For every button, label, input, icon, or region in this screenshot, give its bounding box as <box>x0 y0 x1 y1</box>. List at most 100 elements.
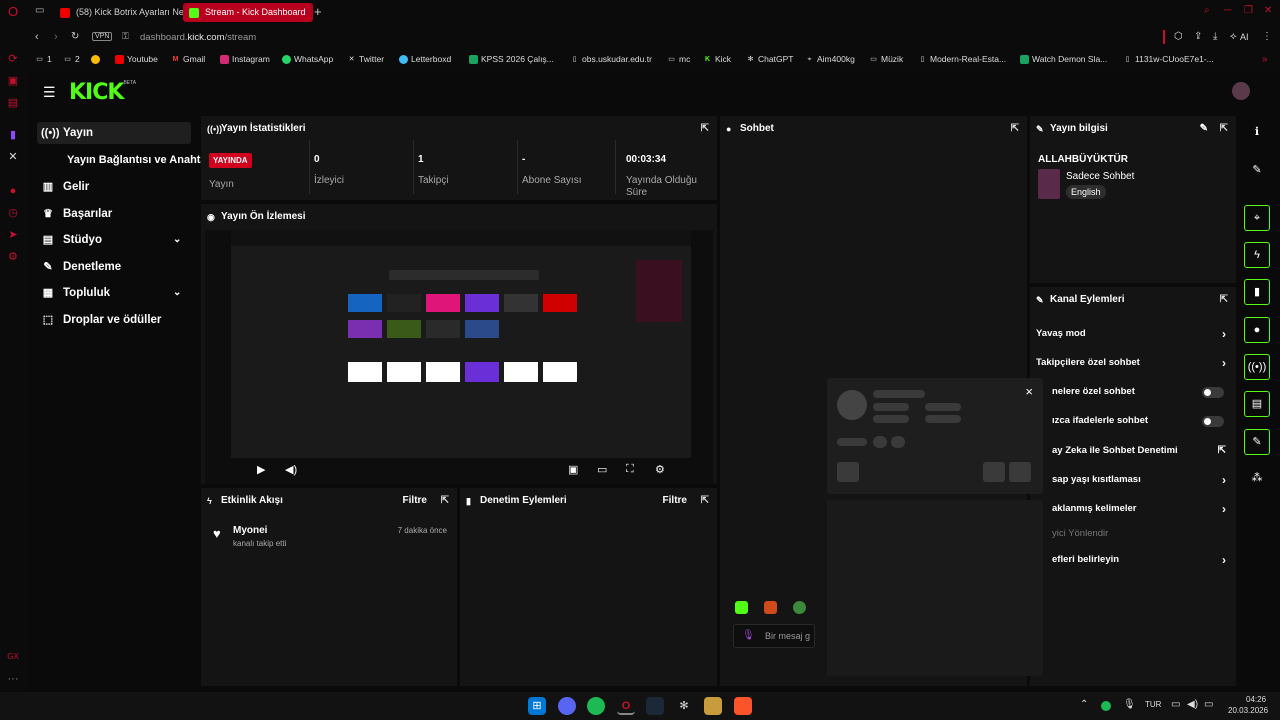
fullscreen-icon[interactable]: ⛶ <box>626 463 634 476</box>
tray-app-icon[interactable] <box>1101 701 1111 711</box>
nav-yayin[interactable]: ((•)) Yayın <box>37 122 191 144</box>
bookmark-youtube[interactable]: Youtube <box>115 54 158 64</box>
pip-icon[interactable]: ▣ <box>568 463 578 476</box>
bookmark-2[interactable]: ▭ 2 <box>63 54 80 64</box>
bot-icon[interactable] <box>793 601 806 614</box>
subscribers-only-toggle[interactable] <box>1202 387 1224 398</box>
tray-chevron-icon[interactable]: ⌃ <box>1080 699 1088 710</box>
bookmark-real-estate[interactable]: ▯ Modern-Real-Esta... <box>918 54 1007 64</box>
nav-basarilar[interactable]: ♛ Başarılar <box>37 203 191 225</box>
bookmark-canva[interactable]: ▯ 1131w-CUooE7e1-... <box>1123 54 1214 64</box>
opera-logo-icon[interactable]: O <box>6 5 20 19</box>
menu-icon[interactable]: ⋮ <box>1262 31 1272 42</box>
action-followers-only[interactable]: Takipçilere özel sohbet › <box>1030 352 1236 374</box>
pen-icon[interactable]: ✎ <box>1244 158 1270 184</box>
bookmark-twitter[interactable]: ✕ Twitter <box>347 54 384 64</box>
expand-icon[interactable]: ⇱ <box>1220 287 1228 313</box>
league-icon[interactable] <box>704 697 722 715</box>
new-tab-button[interactable]: + <box>314 4 322 19</box>
bookmark-chatgpt[interactable]: ✻ ChatGPT <box>746 54 794 64</box>
bookmark-instagram[interactable]: Instagram <box>220 54 270 64</box>
nav-gelir[interactable]: ▥ Gelir <box>37 176 191 198</box>
action-set-targets[interactable]: efleri belirleyin › <box>1030 549 1236 571</box>
bookmark-1[interactable]: ▭ 1 <box>35 54 52 64</box>
nav-droplar[interactable]: ⬚ Droplar ve ödüller <box>37 309 191 331</box>
action-emote-only[interactable]: ızca ifadelerle sohbet <box>1030 410 1236 432</box>
gift-icon[interactable] <box>764 601 777 614</box>
ai-icon[interactable]: ⟡ <box>1230 31 1237 42</box>
battery-icon[interactable]: ▭ <box>1204 699 1213 710</box>
twitch-icon[interactable]: ▮ <box>6 128 20 142</box>
chat-input[interactable]: 🎙 Bir mesaj g <box>733 624 815 648</box>
emote-only-toggle[interactable] <box>1202 416 1224 427</box>
expand-icon[interactable]: ⇱ <box>1220 116 1228 142</box>
broadcast-icon[interactable]: ((•)) <box>1244 354 1270 380</box>
avatar[interactable] <box>1232 82 1250 100</box>
action-banned-words[interactable]: aklanmış kelimeler › <box>1030 498 1236 520</box>
bookmark-whatsapp[interactable]: WhatsApp <box>282 54 333 64</box>
nav-denetleme[interactable]: ✎ Denetleme <box>37 256 191 278</box>
more-icon[interactable]: ··· <box>6 672 20 686</box>
bookmark-letterboxd[interactable]: Letterboxd <box>399 54 451 64</box>
workspaces-icon[interactable]: ▭ <box>35 5 44 16</box>
mic-icon[interactable]: 🎙 <box>1123 699 1136 710</box>
extensions-icon[interactable]: ⬡ <box>1174 31 1183 42</box>
search-icon[interactable]: ⌕ <box>1204 5 1210 16</box>
tab-kick-dashboard[interactable]: Stream - Kick Dashboard <box>183 3 313 22</box>
close-window-icon[interactable]: ✕ <box>1264 5 1272 16</box>
bookmark-gmail[interactable]: M Gmail <box>171 54 206 64</box>
brave-icon[interactable] <box>734 697 752 715</box>
player-icon[interactable]: ▤ <box>6 96 20 110</box>
theater-icon[interactable]: ▭ <box>597 463 607 476</box>
settings-icon[interactable]: ⚙ <box>655 463 665 476</box>
history-icon[interactable]: ⟳ <box>6 52 20 66</box>
bookmark-kpss[interactable]: KPSS 2026 Çalış... <box>469 54 554 64</box>
nav-topluluk[interactable]: ▦ Topluluk ⌄ <box>37 282 191 304</box>
edit-icon[interactable]: ✎ <box>1200 116 1208 142</box>
vpn-badge[interactable]: VPN <box>92 32 113 41</box>
spotify-icon[interactable] <box>587 697 605 715</box>
people-icon[interactable]: ⁂ <box>1244 466 1270 492</box>
action-account-age[interactable]: sap yaşı kısıtlaması › <box>1030 469 1236 491</box>
activity-user[interactable]: Myonei <box>233 525 267 536</box>
filter-button[interactable]: Filtre <box>663 488 687 514</box>
shield-icon[interactable]: ▮ <box>1244 279 1270 305</box>
bookmark-demon-slayer[interactable]: Watch Demon Sla... <box>1020 54 1107 64</box>
clock-date[interactable]: 20.03.2026 <box>1228 706 1268 715</box>
network-icon[interactable]: ▭ <box>1171 699 1180 710</box>
back-icon[interactable]: ‹ <box>35 31 39 43</box>
gx-icon[interactable]: GX <box>6 650 20 664</box>
send-icon[interactable]: ➤ <box>6 228 20 242</box>
bookmark-kick[interactable]: K Kick <box>703 54 731 64</box>
forward-icon[interactable]: › <box>54 31 58 43</box>
download-icon[interactable]: ⤓ <box>1213 31 1217 42</box>
action-subscribers-only[interactable]: nelere özel sohbet <box>1030 381 1236 403</box>
volume-icon[interactable]: ◀) <box>1187 699 1198 710</box>
nav-studyo[interactable]: ▤ Stüdyo ⌄ <box>37 229 191 251</box>
expand-icon[interactable]: ⇱ <box>701 488 709 514</box>
clock-icon[interactable]: ◷ <box>6 206 20 220</box>
close-icon[interactable]: × <box>1025 384 1033 399</box>
circle-icon[interactable]: ● <box>6 184 20 198</box>
maximize-icon[interactable]: ❐ <box>1244 5 1253 16</box>
category-name[interactable]: Sadece Sohbet <box>1066 171 1134 182</box>
bookmark-muzik[interactable]: ▭ Müzik <box>869 54 903 64</box>
aria-icon[interactable]: ▣ <box>6 74 20 88</box>
tab-youtube[interactable]: (58) Kick Botrix Ayarları Ne <box>54 3 204 22</box>
video-player[interactable]: ▶ ◀) ▣ ▭ ⛶ ⚙ <box>205 230 713 484</box>
emote-icon[interactable] <box>735 601 748 614</box>
capture-icon[interactable]: ⌖ <box>1244 205 1270 231</box>
windows-start-icon[interactable]: ⊞ <box>528 697 546 715</box>
play-icon[interactable]: ▶ <box>257 463 265 476</box>
chatgpt-icon[interactable]: ✻ <box>675 697 693 715</box>
bookmark-obs[interactable]: ▯ obs.uskudar.edu.tr <box>570 54 652 64</box>
bookmarks-menu-icon[interactable]: » <box>1262 54 1268 65</box>
action-slow-mode[interactable]: Yavaş mod › <box>1030 323 1236 345</box>
expand-icon[interactable]: ⇱ <box>441 488 449 514</box>
expand-icon[interactable]: ⇱ <box>1011 116 1019 142</box>
mic-icon[interactable]: 🎙 <box>742 630 755 641</box>
kick-logo[interactable]: KICKBETA <box>69 80 136 105</box>
minimize-icon[interactable]: ─ <box>1224 5 1231 16</box>
x-icon[interactable]: ✕ <box>6 150 20 164</box>
chat-icon[interactable]: ● <box>1244 317 1270 343</box>
